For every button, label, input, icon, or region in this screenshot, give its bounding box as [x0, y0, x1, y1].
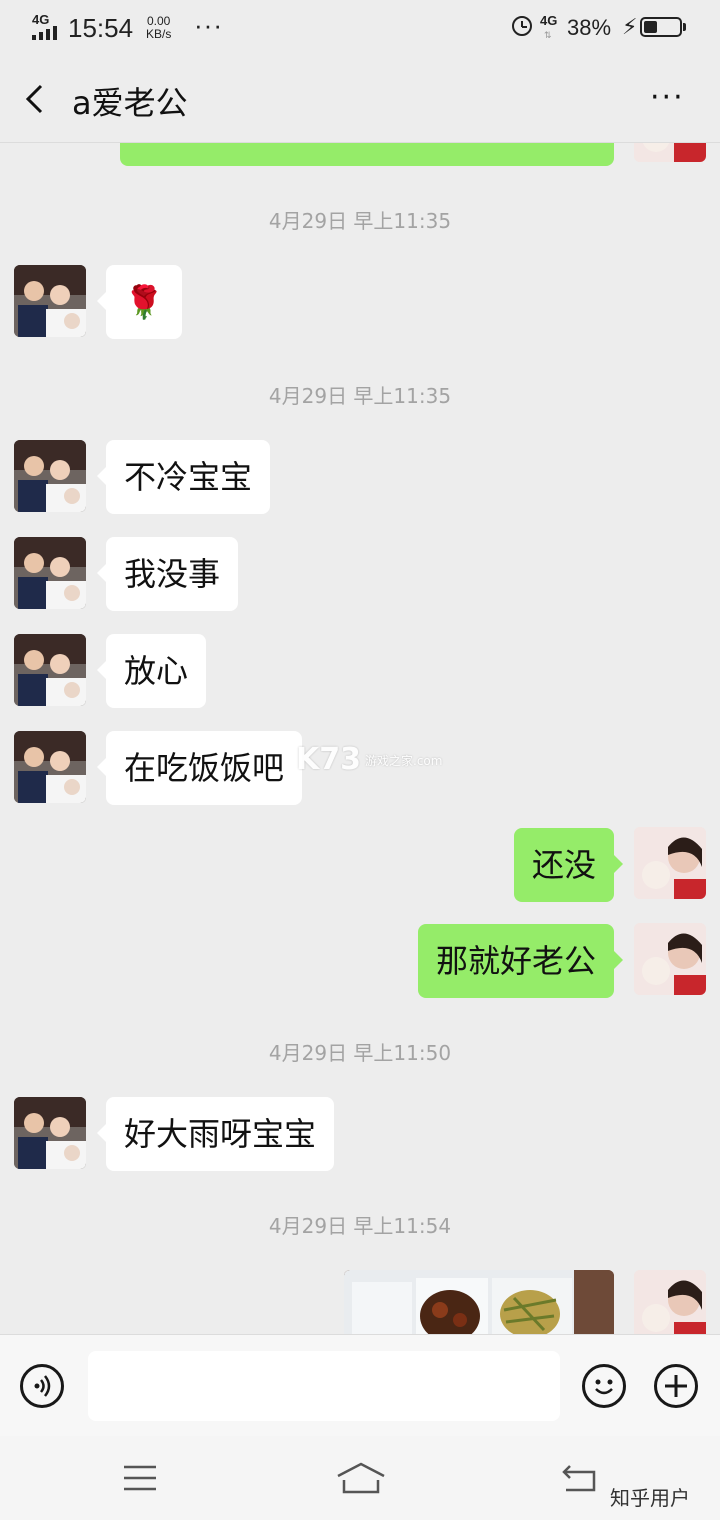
- watermark-logo: K73: [296, 742, 361, 777]
- avatar-self-photo: [634, 1270, 706, 1334]
- message-bubble-received[interactable]: 不冷宝宝: [96, 440, 271, 514]
- message-bubble-sent[interactable]: 还没: [513, 828, 624, 902]
- more-options-button[interactable]: ···: [650, 80, 685, 115]
- message-bubble-received-emoji[interactable]: 🌹: [97, 265, 182, 339]
- source-credit: 知乎用户: [610, 1486, 690, 1510]
- voice-input-button[interactable]: [20, 1364, 64, 1408]
- message-list[interactable]: 4月29日 早上11:35 🌹 4月29日 早上11:35 不冷宝宝 我没事 放…: [0, 0, 720, 1334]
- avatar-contact-photo: [14, 537, 86, 609]
- back-nav-icon[interactable]: [560, 1462, 598, 1492]
- message-bubble-received[interactable]: 在吃饭饭吧: [96, 731, 303, 805]
- watermark-domain: .com: [413, 754, 443, 768]
- avatar-contact-photo: [14, 634, 86, 706]
- emoji-button[interactable]: [582, 1364, 626, 1408]
- food-photo: [344, 1270, 614, 1334]
- avatar-contact[interactable]: [14, 537, 86, 609]
- avatar-self[interactable]: [634, 923, 706, 995]
- back-button[interactable]: [24, 84, 44, 114]
- site-watermark: K73 游戏之家.com: [296, 742, 442, 777]
- avatar-self[interactable]: [634, 827, 706, 899]
- avatar-contact-photo: [14, 731, 86, 803]
- avatar-contact-photo: [14, 440, 86, 512]
- avatar-contact[interactable]: [14, 440, 86, 512]
- avatar-contact[interactable]: [14, 731, 86, 803]
- message-bubble-sent[interactable]: 那就好老公: [417, 924, 624, 998]
- avatar-contact-photo: [14, 1097, 86, 1169]
- watermark-sub-text: 游戏之家: [365, 754, 414, 768]
- avatar-contact[interactable]: [14, 265, 86, 337]
- input-bar: [0, 1334, 720, 1437]
- avatar-self-photo: [634, 827, 706, 899]
- message-input[interactable]: [88, 1351, 560, 1421]
- plus-icon: [665, 1375, 687, 1397]
- voice-icon: [34, 1375, 51, 1397]
- more-functions-button[interactable]: [654, 1364, 698, 1408]
- rose-icon: 🌹: [124, 283, 164, 321]
- avatar-self[interactable]: [634, 1270, 706, 1334]
- chat-header: a爱老公 ···: [0, 56, 720, 143]
- watermark-sub: 游戏之家.com: [365, 754, 442, 768]
- chat-title: a爱老公: [72, 84, 188, 122]
- avatar-contact[interactable]: [14, 634, 86, 706]
- timestamp: 4月29日 早上11:35: [268, 209, 452, 233]
- message-bubble-received[interactable]: 我没事: [96, 537, 239, 611]
- smiley-icon: [595, 1379, 613, 1395]
- message-bubble-received[interactable]: 好大雨呀宝宝: [96, 1097, 335, 1171]
- menu-icon[interactable]: [122, 1464, 158, 1492]
- timestamp: 4月29日 早上11:54: [268, 1214, 452, 1238]
- timestamp: 4月29日 早上11:35: [268, 384, 452, 408]
- avatar-self-photo: [634, 923, 706, 995]
- chevron-left-icon: [25, 84, 43, 114]
- home-icon[interactable]: [336, 1462, 386, 1494]
- message-image-food[interactable]: [344, 1270, 614, 1334]
- timestamp: 4月29日 早上11:50: [268, 1041, 452, 1065]
- message-bubble-received[interactable]: 放心: [96, 634, 207, 708]
- avatar-contact[interactable]: [14, 1097, 86, 1169]
- avatar-contact-photo: [14, 265, 86, 337]
